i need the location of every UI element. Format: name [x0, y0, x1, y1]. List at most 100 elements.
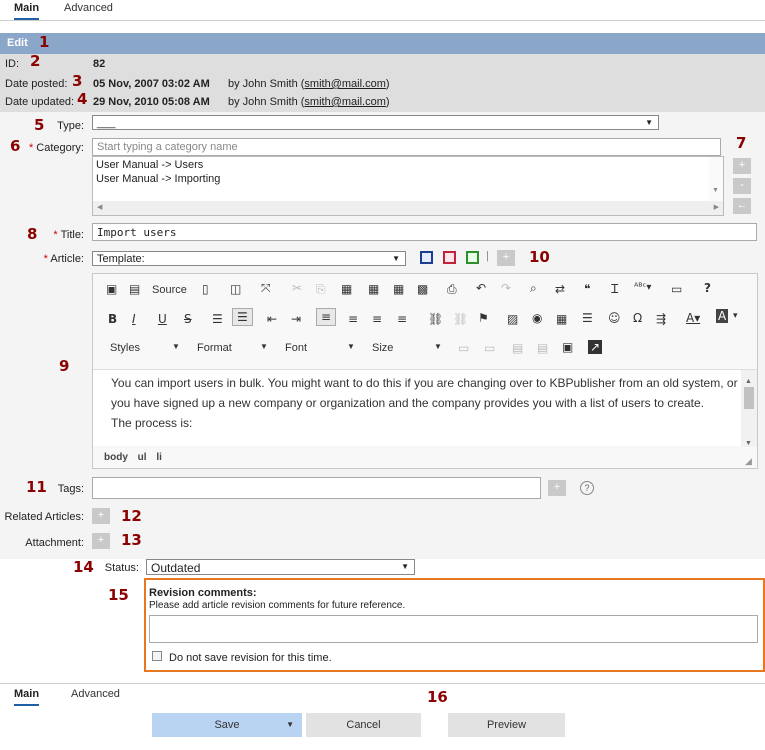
video-icon[interactable]: ▣: [562, 340, 573, 354]
add-tag-button[interactable]: +: [548, 480, 566, 496]
external-link-icon[interactable]: ↗: [588, 340, 603, 354]
underline-icon[interactable]: U: [158, 312, 167, 326]
category-scrollbar[interactable]: ▼: [709, 157, 723, 201]
align-right-icon[interactable]: ≡: [372, 312, 382, 326]
styles-dropdown[interactable]: Styles: [110, 342, 140, 354]
bottom-tab-main[interactable]: Main: [14, 688, 40, 706]
align-left-icon[interactable]: ≡: [316, 308, 337, 326]
path-li[interactable]: li: [156, 452, 162, 463]
category-item[interactable]: User Manual -> Users: [96, 158, 720, 172]
table-icon[interactable]: ▦: [556, 312, 567, 326]
text-color-icon[interactable]: A▾: [686, 311, 700, 325]
category-hscrollbar[interactable]: ◀ ▶: [93, 201, 723, 215]
tags-input[interactable]: [92, 477, 541, 499]
size-dropdown[interactable]: Size: [372, 342, 393, 354]
chevron-left-icon[interactable]: ◀: [97, 203, 102, 211]
save-button[interactable]: Save ▼: [152, 713, 302, 737]
cut-icon[interactable]: ✂: [292, 281, 302, 295]
path-ul[interactable]: ul: [138, 452, 147, 463]
save-icon[interactable]: ▣: [106, 282, 117, 296]
flash-icon[interactable]: ◉: [532, 311, 542, 325]
source-icon[interactable]: ▤: [129, 282, 140, 296]
editor-scrollbar[interactable]: ▲ ▼: [741, 370, 757, 447]
justify-icon[interactable]: ≡: [397, 312, 407, 326]
anchor-icon[interactable]: ⚑: [478, 311, 489, 325]
print-icon[interactable]: ⎙: [447, 282, 457, 297]
template-select[interactable]: Template: ▼: [92, 251, 406, 266]
strikethrough-icon[interactable]: S: [184, 312, 192, 326]
attachment-icon[interactable]: ▤: [512, 341, 523, 355]
add-template-button[interactable]: +: [497, 250, 515, 266]
paste-word-icon[interactable]: ▦: [393, 282, 404, 296]
bulleted-list-icon[interactable]: ☰: [232, 308, 253, 326]
chevron-down-icon[interactable]: ▼: [260, 342, 268, 351]
resize-handle-icon[interactable]: ◢: [745, 456, 752, 467]
no-revision-checkbox[interactable]: [152, 651, 162, 661]
smiley-icon[interactable]: ☺: [608, 311, 621, 325]
append-template-icon[interactable]: [466, 251, 479, 264]
preview-icon[interactable]: ◫: [230, 282, 241, 296]
category-item[interactable]: User Manual -> Importing: [96, 172, 720, 186]
preview-button[interactable]: Preview: [448, 713, 565, 737]
new-page-icon[interactable]: ▯: [202, 282, 209, 296]
paste-text-icon[interactable]: ▦: [368, 282, 379, 296]
scrollbar-thumb[interactable]: [744, 387, 754, 409]
updated-email-link[interactable]: smith@mail.com: [304, 96, 385, 108]
insert-template-icon[interactable]: [420, 251, 433, 264]
copy-icon[interactable]: ⎘: [316, 282, 326, 297]
chevron-down-icon[interactable]: ▼: [434, 342, 442, 351]
remove-format-icon[interactable]: Ꮖ: [611, 282, 619, 297]
replace-icon[interactable]: ⇄: [555, 282, 565, 296]
numbered-list-icon[interactable]: ☰: [212, 312, 223, 326]
blockquote-icon[interactable]: ❝: [584, 282, 590, 296]
bold-icon[interactable]: B: [108, 312, 117, 326]
template-icon[interactable]: ▩: [417, 282, 428, 296]
page-break-icon[interactable]: ⇶: [656, 312, 666, 326]
italic-icon[interactable]: I: [132, 312, 136, 326]
tab-main[interactable]: Main: [14, 2, 40, 20]
chevron-right-icon[interactable]: ▶: [714, 203, 719, 211]
bg-color-icon[interactable]: A: [716, 309, 729, 323]
add-related-article-button[interactable]: +: [92, 508, 110, 524]
chevron-down-icon[interactable]: ▼: [745, 434, 752, 454]
find-icon[interactable]: ⌕: [530, 281, 537, 296]
replace-template-icon[interactable]: [443, 251, 456, 264]
document-icon[interactable]: ▤: [537, 341, 548, 355]
paste-icon[interactable]: ▦: [341, 282, 352, 296]
image-icon[interactable]: ▨: [507, 312, 518, 326]
format-dropdown[interactable]: Format: [197, 342, 232, 354]
remove-category-button[interactable]: -: [733, 178, 751, 194]
bottom-tab-advanced[interactable]: Advanced: [71, 688, 120, 700]
category-search-input[interactable]: Start typing a category name: [92, 138, 721, 156]
add-category-button[interactable]: +: [733, 158, 751, 174]
chevron-down-icon[interactable]: ▼: [286, 713, 294, 737]
chevron-down-icon[interactable]: ▾: [733, 311, 738, 321]
category-list[interactable]: User Manual -> Users User Manual -> Impo…: [92, 156, 724, 216]
posted-email-link[interactable]: smith@mail.com: [304, 78, 385, 90]
link-icon[interactable]: ⛓: [428, 312, 443, 326]
font-dropdown[interactable]: Font: [285, 342, 307, 354]
comment-remove-icon[interactable]: ▭: [484, 341, 495, 355]
outdent-icon[interactable]: ⇤: [267, 312, 277, 326]
show-blocks-icon[interactable]: ▭: [671, 282, 682, 296]
tab-advanced[interactable]: Advanced: [64, 2, 113, 14]
add-attachment-button[interactable]: +: [92, 533, 110, 549]
special-char-icon[interactable]: Ω: [633, 311, 642, 325]
redo-icon[interactable]: ↷: [501, 281, 511, 295]
help-icon[interactable]: ?: [580, 481, 594, 495]
horizontal-line-icon[interactable]: ☰: [582, 311, 593, 325]
maximize-icon[interactable]: ⤧: [261, 281, 271, 296]
revision-comment-input[interactable]: [149, 615, 758, 643]
set-default-category-button[interactable]: ←: [733, 198, 751, 214]
path-body[interactable]: body: [104, 452, 128, 463]
cancel-button[interactable]: Cancel: [306, 713, 421, 737]
align-center-icon[interactable]: ≡: [348, 312, 358, 326]
chevron-down-icon[interactable]: ▼: [172, 342, 180, 351]
help-icon[interactable]: ?: [704, 281, 711, 295]
comment-icon[interactable]: ▭: [458, 341, 469, 355]
undo-icon[interactable]: ↶: [476, 281, 486, 295]
editor-content[interactable]: You can import users in bulk. You might …: [93, 369, 757, 447]
spellcheck-icon[interactable]: ᴬᴮᶜ▾: [634, 282, 651, 293]
status-select[interactable]: Outdated ▼: [146, 559, 415, 575]
source-button[interactable]: Source: [152, 284, 187, 296]
